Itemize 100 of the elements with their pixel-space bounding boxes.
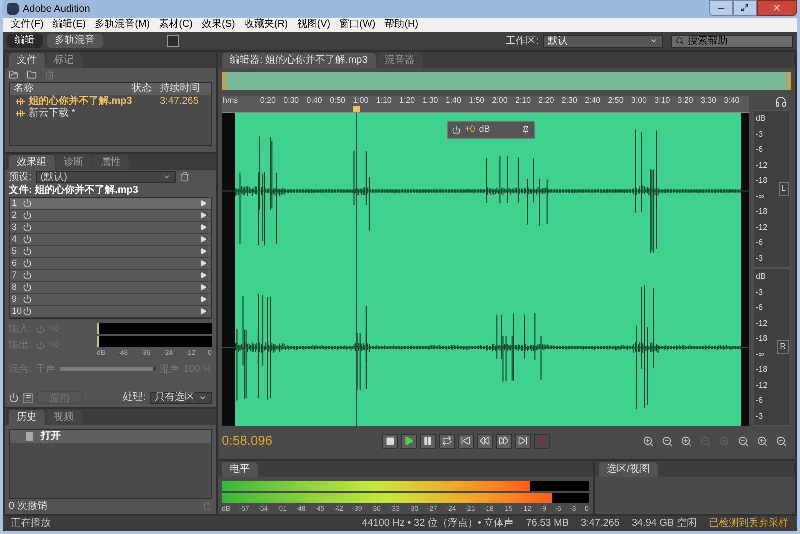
slot-number: 2 bbox=[11, 208, 18, 222]
volume-hud[interactable]: +0 dB bbox=[447, 121, 535, 139]
panel-tab[interactable]: 诊断 bbox=[56, 155, 92, 170]
transport-button[interactable] bbox=[439, 434, 455, 448]
menu-item[interactable]: 文件(F) bbox=[11, 18, 44, 32]
slot-number: 8 bbox=[11, 280, 18, 294]
file-name: 新云下载 * bbox=[29, 106, 77, 120]
power-icon[interactable] bbox=[23, 283, 32, 292]
power-icon[interactable] bbox=[9, 392, 19, 402]
menu-item[interactable]: 视图(V) bbox=[297, 18, 331, 32]
column-header[interactable]: 状态 bbox=[132, 83, 160, 95]
column-header[interactable]: 名称 bbox=[10, 83, 132, 95]
play-icon bbox=[404, 436, 414, 446]
workspace-dropdown[interactable]: 默认 bbox=[543, 34, 663, 48]
menu-item[interactable]: 效果(S) bbox=[202, 18, 236, 32]
mode-button[interactable]: 编辑 bbox=[7, 34, 43, 48]
zoom-in-icon bbox=[719, 436, 730, 446]
power-icon[interactable] bbox=[23, 211, 32, 220]
file-name: 姐的心你并不了解.mp3 bbox=[29, 94, 134, 108]
search-field[interactable]: 搜索帮助 bbox=[671, 34, 793, 48]
file-row[interactable]: 新云下载 * bbox=[10, 107, 211, 119]
menu-item[interactable]: 多轨混音(M) bbox=[95, 18, 150, 32]
process-dropdown[interactable]: 只有选区 bbox=[150, 392, 212, 404]
panel-tab[interactable]: 选区/视图 bbox=[599, 462, 658, 477]
search-input[interactable]: 搜索帮助 bbox=[688, 34, 788, 48]
effect-slot[interactable]: 3 bbox=[10, 222, 211, 234]
file-row[interactable]: 姐的心你并不了解.mp3 3:47.265 bbox=[10, 95, 211, 107]
column-header[interactable]: 持续时间 bbox=[160, 83, 206, 95]
effect-slot[interactable]: 5 bbox=[10, 246, 211, 258]
effect-slot[interactable]: 7 bbox=[10, 270, 211, 282]
effect-slot[interactable]: 4 bbox=[10, 234, 211, 246]
panel-tab[interactable]: 文件 bbox=[9, 53, 45, 68]
channel-toggle[interactable]: R bbox=[777, 340, 789, 354]
transport-button[interactable] bbox=[401, 434, 417, 448]
panel-tab[interactable]: 效果组 bbox=[9, 155, 55, 170]
db-label: dB bbox=[756, 113, 767, 125]
effect-slot[interactable]: 8 bbox=[10, 282, 211, 294]
menu-item[interactable]: 编辑(E) bbox=[52, 18, 86, 32]
ruler-label: 0:30 bbox=[284, 96, 300, 105]
ruler-label: 2:40 bbox=[585, 96, 601, 105]
slot-number: 7 bbox=[11, 268, 18, 282]
menu-item[interactable]: 窗口(W) bbox=[340, 18, 376, 32]
power-icon[interactable] bbox=[23, 247, 32, 256]
panel-tab[interactable]: 电平 bbox=[222, 462, 258, 477]
file-duration: 3:47.265 bbox=[581, 517, 620, 531]
audio-file-icon bbox=[16, 110, 25, 116]
panel-tab[interactable]: 属性 bbox=[93, 155, 129, 170]
transport-button[interactable] bbox=[458, 434, 474, 448]
maximize-button[interactable] bbox=[733, 0, 757, 16]
ruler-label: 1:00 bbox=[353, 96, 369, 105]
transport-button[interactable] bbox=[477, 434, 493, 448]
transport-button[interactable] bbox=[420, 434, 436, 448]
power-icon[interactable] bbox=[23, 271, 32, 280]
transport-button[interactable] bbox=[382, 434, 398, 448]
effect-slot[interactable]: 10 bbox=[10, 306, 211, 318]
file-line: 文件: 姐的心你并不了解.mp3 bbox=[8, 184, 140, 197]
zoom-out-icon bbox=[776, 436, 787, 446]
power-icon[interactable] bbox=[23, 295, 32, 304]
zoom-in-icon bbox=[757, 436, 768, 446]
panel-tab[interactable]: 编辑器: 姐的心你并不了解.mp3 bbox=[222, 53, 376, 68]
trash-icon[interactable] bbox=[180, 172, 190, 182]
open-folder-icon[interactable] bbox=[9, 70, 19, 80]
transport-button[interactable] bbox=[496, 434, 512, 448]
power-icon[interactable] bbox=[23, 235, 32, 244]
effect-slot[interactable]: 6 bbox=[10, 258, 211, 270]
audio-format: 44100 Hz • 32 位（浮点）• 立体声 bbox=[362, 516, 514, 531]
selection-tool-icon[interactable] bbox=[167, 35, 179, 47]
menu-item[interactable]: 帮助(H) bbox=[384, 18, 419, 32]
maximize-icon bbox=[741, 4, 749, 12]
stop-icon bbox=[386, 436, 394, 446]
channel-toggle[interactable]: L bbox=[778, 182, 789, 196]
playhead-marker[interactable] bbox=[353, 106, 360, 112]
folder-icon[interactable] bbox=[27, 70, 37, 80]
panel-tab[interactable]: 标记 bbox=[46, 53, 82, 68]
ruler-label: 1:20 bbox=[400, 96, 416, 105]
preset-dropdown[interactable]: (默认) bbox=[36, 171, 176, 183]
power-icon[interactable] bbox=[23, 223, 32, 232]
power-icon[interactable] bbox=[23, 307, 32, 316]
ruler-label: 0:50 bbox=[330, 96, 346, 105]
effect-slot[interactable]: 9 bbox=[10, 294, 211, 306]
panel-tab[interactable]: 历史 bbox=[9, 410, 45, 425]
pause-icon bbox=[423, 436, 433, 446]
panel-tab[interactable]: 混音器 bbox=[376, 53, 423, 68]
ruler-label: 2:30 bbox=[562, 96, 578, 105]
db-label: -18 bbox=[756, 206, 768, 218]
effect-slot[interactable]: 2 bbox=[10, 210, 211, 222]
close-button[interactable] bbox=[757, 0, 797, 16]
list-icon[interactable] bbox=[23, 392, 33, 402]
effect-slot[interactable]: 1 bbox=[10, 198, 211, 210]
power-icon[interactable] bbox=[23, 199, 32, 208]
pin-icon[interactable] bbox=[522, 126, 530, 134]
status-text: 正在播放 bbox=[11, 516, 51, 531]
menu-item[interactable]: 素材(C) bbox=[159, 18, 194, 32]
transport-button[interactable] bbox=[515, 434, 531, 448]
headphones-icon[interactable] bbox=[775, 96, 787, 108]
power-icon[interactable] bbox=[23, 259, 32, 268]
mode-button[interactable]: 多轨混音 bbox=[47, 34, 103, 48]
history-item[interactable]: 打开 bbox=[10, 430, 211, 443]
panel-tab[interactable]: 视频 bbox=[46, 410, 82, 425]
menu-item[interactable]: 收藏夹(R) bbox=[244, 18, 288, 32]
